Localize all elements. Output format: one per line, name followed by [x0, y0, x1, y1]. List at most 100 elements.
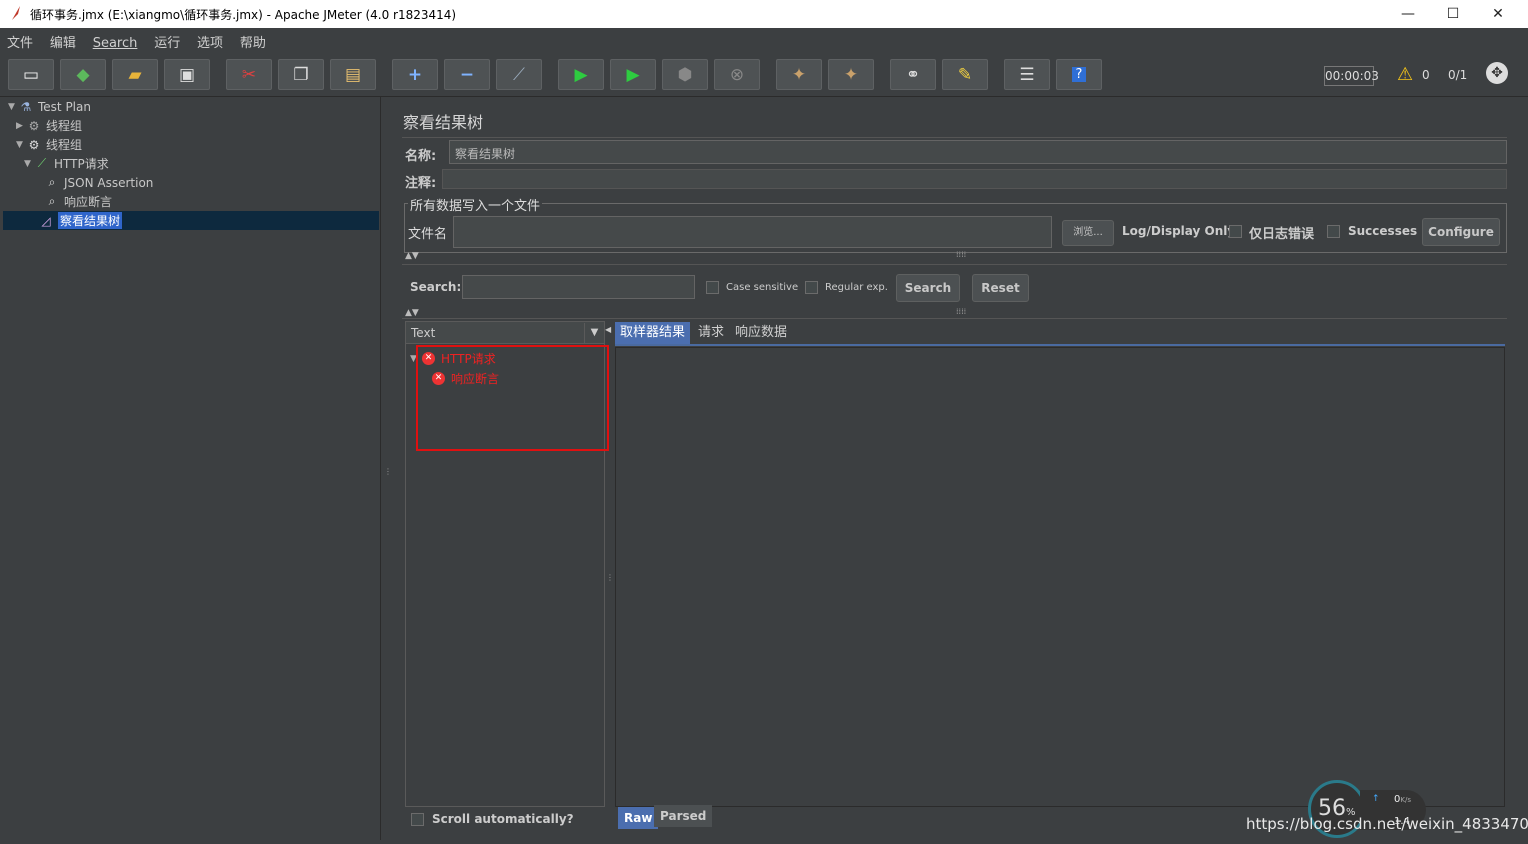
successes-label: Successes [1348, 224, 1418, 238]
collapse-all-button[interactable]: − [444, 59, 490, 90]
templates-button[interactable]: ◆ [60, 59, 106, 90]
remote-status-icon[interactable]: ✥ [1486, 62, 1508, 84]
function-helper-button[interactable]: ☰ [1004, 59, 1050, 90]
paste-button[interactable]: ▤ [330, 59, 376, 90]
open-button[interactable]: ▰ [112, 59, 158, 90]
magnifier-icon: ⌕ [48, 175, 56, 189]
name-field[interactable]: 察看结果树 [449, 140, 1507, 164]
case-sensitive-checkbox[interactable] [706, 281, 719, 294]
title-bar: 循环事务.jmx (E:\xiangmo\循环事务.jmx) - Apache … [0, 0, 1528, 28]
toggle-button[interactable]: ⟋ [496, 59, 542, 90]
renderer-select[interactable]: Text ▼ [406, 322, 604, 344]
magnifier-icon: ⌕ [48, 194, 56, 208]
play-no-pause-icon: ▶ [626, 64, 640, 85]
start-no-pause-button[interactable]: ▶ [610, 59, 656, 90]
collapse-arrows-icon[interactable]: ▲▼ [405, 251, 419, 261]
binoculars-icon: ⚭ [905, 64, 921, 85]
results-tree-panel: 察看结果树 名称: 察看结果树 注释: 所有数据写入一个文件 文件名 浏览...… [392, 97, 1528, 844]
collapse-arrow-icon[interactable]: ▼ [24, 159, 34, 169]
play-icon: ▶ [574, 64, 588, 85]
drag-handle-icon[interactable]: ⁞⁞⁞⁞ [956, 250, 966, 259]
copy-icon: ❐ [293, 64, 309, 85]
test-plan-tree: ▼ ⚗ Test Plan ▶ ⚙ 线程组 ▼ ⚙ 线程组 ▼ ⟋ HTTP请求… [3, 97, 381, 840]
broom-gear-icon: ✦ [791, 64, 807, 85]
name-label: 名称: [405, 149, 437, 164]
file-group-title: 所有数据写入一个文件 [408, 195, 543, 214]
search-tree-button[interactable]: ⚭ [890, 59, 936, 90]
tree-item-thread-group-1[interactable]: ▶ ⚙ 线程组 [16, 116, 82, 135]
results-splitter[interactable]: ◀ ⋮ [605, 321, 614, 831]
scroll-auto-checkbox[interactable] [411, 813, 424, 826]
menu-edit[interactable]: 编辑 [43, 28, 82, 51]
menu-search[interactable]: Search [86, 32, 144, 51]
upload-arrow-icon: ↑ [1372, 794, 1380, 804]
tree-item-test-plan[interactable]: ▼ ⚗ Test Plan [8, 97, 91, 116]
minimize-button[interactable]: — [1386, 3, 1430, 25]
tab-raw[interactable]: Raw [618, 807, 659, 829]
regex-checkbox[interactable] [805, 281, 818, 294]
menu-run[interactable]: 运行 [147, 28, 186, 51]
errors-only-checkbox[interactable] [1229, 225, 1242, 238]
log-display-label: Log/Display Only: [1122, 224, 1240, 238]
maximize-button[interactable]: ☐ [1431, 3, 1475, 25]
menu-options[interactable]: 选项 [190, 28, 229, 51]
menu-help[interactable]: 帮助 [233, 28, 272, 51]
system-monitor-widget: 56% ↑ 0K/s 1.4 [1308, 780, 1428, 844]
help-icon: ? [1071, 67, 1087, 82]
main-splitter[interactable]: ⋮ [382, 97, 392, 844]
menu-file[interactable]: 文件 [0, 28, 39, 51]
window-title: 循环事务.jmx (E:\xiangmo\循环事务.jmx) - Apache … [30, 8, 457, 22]
close-button[interactable]: ✕ [1476, 3, 1520, 25]
search-button[interactable]: Search [896, 274, 960, 302]
save-button[interactable]: ▣ [164, 59, 210, 90]
tree-item-thread-group-2[interactable]: ▼ ⚙ 线程组 [16, 135, 82, 154]
tab-parsed[interactable]: Parsed [654, 805, 713, 827]
warning-icon[interactable]: ⚠ [1397, 64, 1413, 85]
expand-arrow-icon[interactable]: ▶ [16, 121, 26, 131]
gear-icon: ⚙ [28, 137, 40, 152]
save-icon: ▣ [178, 64, 196, 85]
expand-all-button[interactable]: + [392, 59, 438, 90]
new-file-icon: ▭ [22, 64, 40, 85]
filename-input[interactable] [453, 216, 1052, 248]
help-button[interactable]: ? [1056, 59, 1102, 90]
elapsed-timer: 00:00:03 [1324, 66, 1379, 86]
list-icon: ☰ [1019, 64, 1035, 85]
collapse-arrow-icon[interactable]: ▼ [16, 140, 26, 150]
clear-button[interactable]: ✦ [776, 59, 822, 90]
tree-item-json-assertion[interactable]: ⌕ JSON Assertion [44, 173, 154, 192]
dropdown-arrow-icon: ▼ [584, 323, 604, 343]
browse-button[interactable]: 浏览... [1062, 220, 1114, 246]
tab-response-data[interactable]: 响应数据 [730, 322, 792, 344]
stop-button[interactable]: ⬢ [662, 59, 708, 90]
scroll-auto-label: Scroll automatically? [432, 812, 574, 826]
toolbar: ▭ ◆ ▰ ▣ ✂ ❐ ▤ + − ⟋ ▶ ▶ ⬢ ⊗ ✦ ✦ ⚭ ✎ ☰ ? … [0, 52, 1528, 97]
successes-checkbox[interactable] [1327, 225, 1340, 238]
collapse-arrow-icon[interactable]: ▼ [8, 102, 18, 112]
tree-item-http-request[interactable]: ▼ ⟋ HTTP请求 [24, 154, 109, 173]
clear-all-button[interactable]: ✦ [828, 59, 874, 90]
new-button[interactable]: ▭ [8, 59, 54, 90]
pipette-icon: ⟋ [37, 156, 47, 170]
tab-sampler-result[interactable]: 取样器结果 [615, 322, 691, 344]
regex-label: Regular exp. [825, 282, 888, 293]
reset-search-button[interactable]: ✎ [942, 59, 988, 90]
test-plan-icon: ⚗ [20, 99, 32, 114]
comment-field[interactable] [442, 169, 1507, 189]
cut-button[interactable]: ✂ [226, 59, 272, 90]
shutdown-button[interactable]: ⊗ [714, 59, 760, 90]
templates-icon: ◆ [76, 64, 90, 85]
tree-item-view-results-tree[interactable]: ◿ 察看结果树 [3, 211, 379, 230]
highlight-box [416, 345, 609, 451]
drag-handle-icon-2[interactable]: ⁞⁞⁞⁞ [956, 307, 966, 316]
search-input[interactable] [462, 275, 695, 299]
comment-label: 注释: [405, 176, 437, 191]
copy-button[interactable]: ❐ [278, 59, 324, 90]
tab-request[interactable]: 请求 [693, 322, 729, 344]
collapse-arrows-icon-2[interactable]: ▲▼ [405, 308, 419, 318]
start-button[interactable]: ▶ [558, 59, 604, 90]
reset-button[interactable]: Reset [972, 274, 1029, 302]
configure-button[interactable]: Configure [1422, 218, 1500, 246]
tree-item-response-assertion[interactable]: ⌕ 响应断言 [44, 192, 112, 211]
watermark: https://blog.csdn.net/weixin_48334703 [1246, 815, 1528, 833]
